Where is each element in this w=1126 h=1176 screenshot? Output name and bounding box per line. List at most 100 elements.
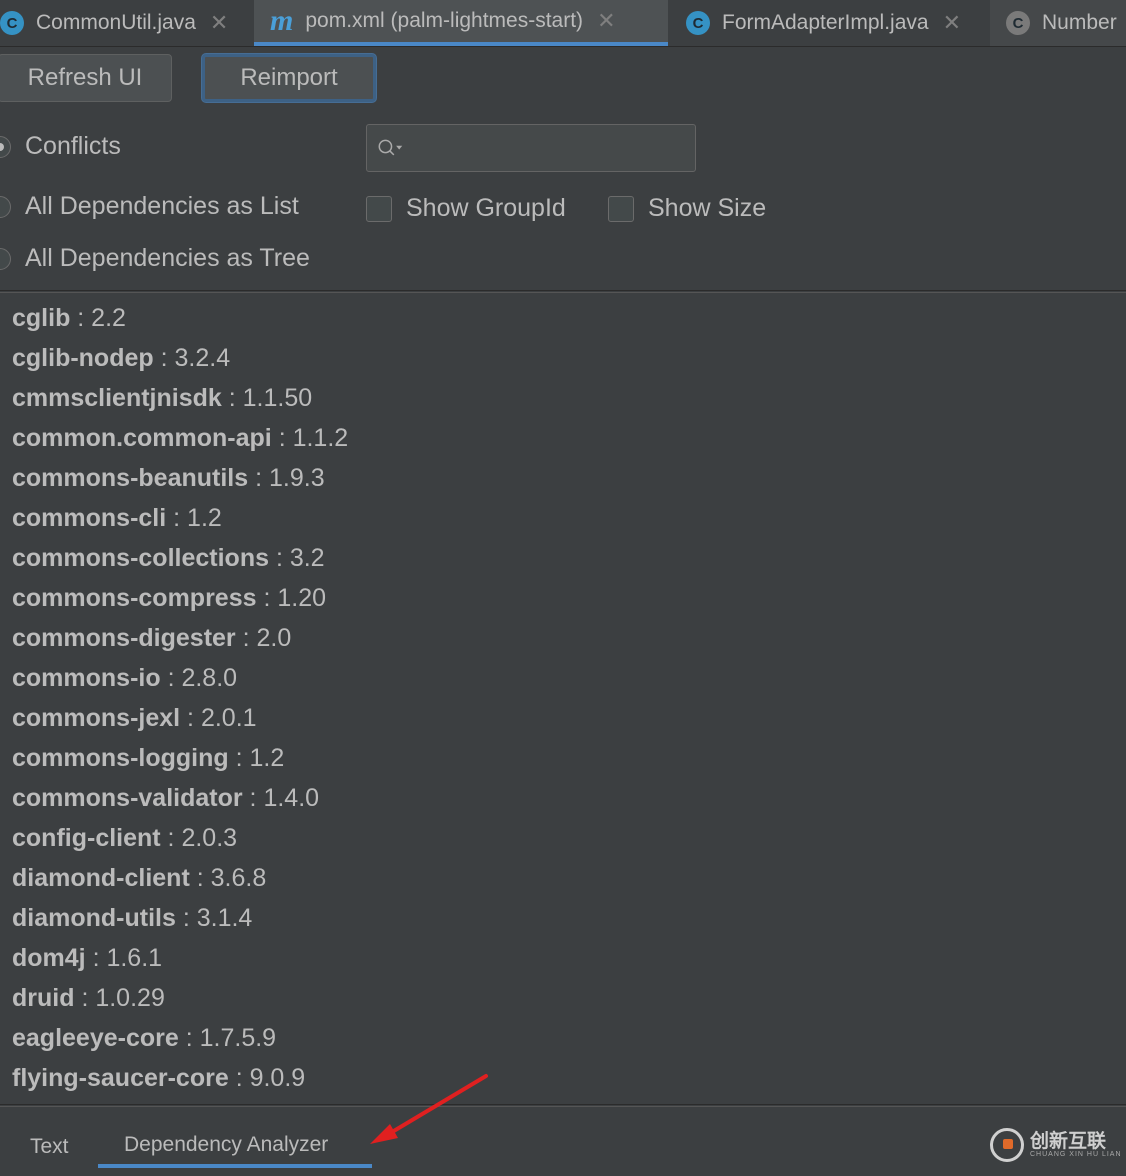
list-item[interactable]: cmmsclientjnisdk : 1.1.50	[0, 378, 1126, 418]
dependency-version: : 3.2.4	[153, 344, 231, 372]
dependency-version: : 2.0.1	[180, 704, 257, 732]
list-item[interactable]: common.common-api : 1.1.2	[0, 418, 1126, 458]
list-item[interactable]: cglib : 2.2	[0, 298, 1126, 338]
dependency-name: commons-io	[12, 664, 161, 692]
checkbox-label: Show Size	[648, 194, 767, 222]
list-item[interactable]: eagleeye-core : 1.7.5.9	[0, 1018, 1126, 1058]
list-item[interactable]: commons-collections : 3.2	[0, 538, 1126, 578]
reimport-button[interactable]: Reimport	[202, 54, 376, 102]
list-item[interactable]: diamond-client : 3.6.8	[0, 858, 1126, 898]
dependency-name: commons-jexl	[12, 704, 181, 732]
dependency-version: : 2.0.3	[160, 824, 238, 852]
dependency-name: dom4j	[12, 944, 86, 972]
dependency-name: commons-logging	[12, 744, 229, 772]
tab-dependency-analyzer[interactable]: Dependency Analyzer	[98, 1126, 372, 1168]
search-input[interactable]	[403, 134, 695, 162]
dependency-name: druid	[12, 984, 75, 1012]
dependency-version: : 3.6.8	[189, 864, 267, 892]
tab-label: Text	[30, 1135, 69, 1158]
dependency-version: : 1.6.1	[85, 944, 163, 972]
radio-conflicts[interactable]: Conflicts	[0, 132, 121, 161]
dependency-name: commons-validator	[12, 784, 243, 812]
dependency-version: : 1.2	[166, 504, 222, 532]
dependency-name: commons-cli	[12, 504, 167, 532]
dependency-version: : 1.1.2	[271, 424, 349, 452]
close-icon[interactable]: ✕	[943, 10, 961, 36]
bottom-tab-bar: Text Dependency Analyzer	[0, 1110, 1126, 1176]
radio-button[interactable]	[0, 195, 11, 218]
tab-label: pom.xml (palm-lightmes-start)	[305, 9, 584, 32]
maven-m-icon: m	[270, 4, 294, 37]
divider	[0, 290, 1126, 293]
watermark-text: 创新互联	[1030, 1131, 1107, 1152]
dependency-name: commons-compress	[12, 584, 257, 612]
tab-number[interactable]: C Number	[990, 0, 1126, 46]
dependency-name: commons-collections	[12, 544, 269, 572]
annotation-arrow-icon	[370, 1074, 488, 1144]
dependency-name: flying-saucer-core	[12, 1064, 229, 1092]
dependency-name: commons-digester	[12, 624, 236, 652]
dependency-version: : 9.0.9	[228, 1064, 306, 1092]
radio-label: Conflicts	[25, 132, 121, 160]
list-item[interactable]: dom4j : 1.6.1	[0, 938, 1126, 978]
checkbox[interactable]	[366, 195, 392, 222]
dependency-name: config-client	[12, 824, 161, 852]
list-item[interactable]: commons-jexl : 2.0.1	[0, 698, 1126, 738]
list-item[interactable]: commons-logging : 1.2	[0, 738, 1126, 778]
checkbox[interactable]	[608, 195, 634, 222]
logo-icon	[990, 1128, 1024, 1162]
class-c-icon: C	[686, 11, 710, 35]
radio-all-dependencies-list[interactable]: All Dependencies as List	[0, 192, 299, 221]
radio-button[interactable]	[0, 247, 11, 270]
list-item[interactable]: flying-saucer-core : 9.0.9	[0, 1058, 1126, 1098]
checkbox-label: Show GroupId	[406, 194, 566, 222]
dependency-version: : 1.0.29	[74, 984, 165, 1012]
list-item[interactable]: druid : 1.0.29	[0, 978, 1126, 1018]
dependency-name: cglib	[12, 304, 71, 332]
refresh-ui-button[interactable]: Refresh UI	[0, 54, 172, 102]
list-item[interactable]: commons-validator : 1.4.0	[0, 778, 1126, 818]
list-item[interactable]: commons-cli : 1.2	[0, 498, 1126, 538]
dependency-list[interactable]: cglib : 2.2 cglib-nodep : 3.2.4 cmmsclie…	[0, 298, 1126, 1102]
search-icon[interactable]	[377, 135, 403, 161]
show-size-option[interactable]: Show Size	[608, 194, 766, 223]
tab-label: CommonUtil.java	[36, 11, 196, 34]
dependency-name: cglib-nodep	[12, 344, 154, 372]
dependency-name: cmmsclientjnisdk	[12, 384, 222, 412]
tab-text[interactable]: Text	[4, 1126, 95, 1168]
list-item[interactable]: cglib-nodep : 3.2.4	[0, 338, 1126, 378]
close-icon[interactable]: ✕	[210, 10, 228, 36]
dependency-version: : 2.8.0	[160, 664, 238, 692]
tab-pom-xml[interactable]: m pom.xml (palm-lightmes-start) ✕	[254, 0, 668, 46]
dependency-version: : 1.1.50	[221, 384, 313, 412]
search-field[interactable]	[366, 124, 696, 172]
dependency-version: : 1.2	[228, 744, 285, 772]
dependency-name: diamond-client	[12, 864, 190, 892]
list-item[interactable]: config-client : 2.0.3	[0, 818, 1126, 858]
close-icon[interactable]: ✕	[597, 8, 615, 34]
list-item[interactable]: commons-beanutils : 1.9.3	[0, 458, 1126, 498]
divider	[0, 1104, 1126, 1107]
radio-all-dependencies-tree[interactable]: All Dependencies as Tree	[0, 244, 310, 273]
dependency-version: : 2.2	[70, 304, 126, 332]
list-item[interactable]: commons-io : 2.8.0	[0, 658, 1126, 698]
locked-class-c-icon: C	[1006, 11, 1030, 35]
dependency-name: diamond-utils	[12, 904, 176, 932]
dependency-version: : 1.4.0	[242, 784, 320, 812]
tab-label: FormAdapterImpl.java	[722, 11, 929, 34]
dependency-name: eagleeye-core	[12, 1024, 179, 1052]
list-item[interactable]: commons-compress : 1.20	[0, 578, 1126, 618]
class-c-icon: C	[0, 11, 24, 35]
radio-label: All Dependencies as List	[25, 192, 299, 220]
dependency-version: : 1.7.5.9	[178, 1024, 277, 1052]
watermark-logo: 创新互联 CHUANG XIN HU LIAN	[990, 1128, 1122, 1162]
dependency-version: : 2.0	[235, 624, 292, 652]
show-groupid-option[interactable]: Show GroupId	[366, 194, 566, 223]
list-item[interactable]: diamond-utils : 3.1.4	[0, 898, 1126, 938]
tab-label: Number	[1042, 11, 1117, 34]
radio-button[interactable]	[0, 135, 11, 158]
dependency-version: : 3.2	[269, 544, 325, 572]
tab-commonutil[interactable]: C CommonUtil.java ✕	[0, 0, 252, 46]
tab-formadapterimpl[interactable]: C FormAdapterImpl.java ✕	[672, 0, 986, 46]
list-item[interactable]: commons-digester : 2.0	[0, 618, 1126, 658]
